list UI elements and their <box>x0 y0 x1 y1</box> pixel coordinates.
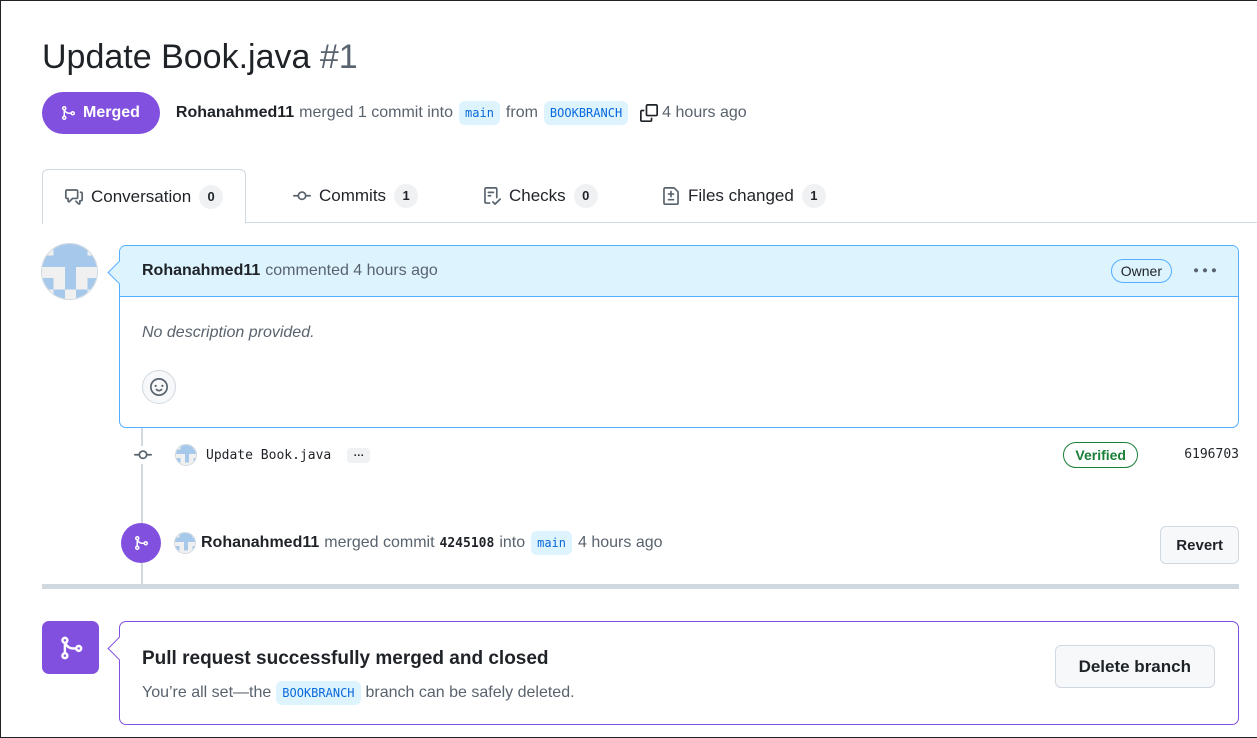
git-merge-icon <box>133 535 149 551</box>
pr-meta: Merged Rohanahmed11 merged 1 commit into… <box>42 92 747 134</box>
pr-tabs: Conversation 0 Commits 1 Checks 0 Files … <box>42 169 1257 224</box>
tab-commits[interactable]: Commits 1 <box>293 169 419 223</box>
git-merge-icon <box>58 635 84 661</box>
tab-counter: 0 <box>199 184 224 209</box>
merged-state-badge: Merged <box>42 92 160 134</box>
base-branch-link[interactable]: main <box>459 101 500 125</box>
tab-counter: 0 <box>573 184 598 208</box>
expand-commit-button[interactable]: … <box>347 447 371 463</box>
owner-badge: Owner <box>1110 259 1172 283</box>
comment-body: No description provided. <box>142 324 315 341</box>
merged-commit-text: merged commit <box>324 534 435 551</box>
comment-author-link[interactable]: Rohanahmed11 <box>142 262 260 280</box>
pr-title: Update Book.java #1 <box>42 33 358 81</box>
merge-status-title: Pull request successfully merged and clo… <box>142 648 549 669</box>
git-commit-icon <box>129 446 157 464</box>
merge-time[interactable]: 4 hours ago <box>578 534 663 552</box>
verified-badge[interactable]: Verified <box>1063 442 1138 468</box>
tab-conversation[interactable]: Conversation 0 <box>42 169 247 224</box>
tab-files-changed[interactable]: Files changed 1 <box>662 169 826 223</box>
delete-branch-button[interactable]: Delete branch <box>1054 645 1215 688</box>
timeline-divider <box>42 584 1239 589</box>
commit-author-avatar[interactable] <box>175 444 197 466</box>
tab-checks[interactable]: Checks 0 <box>483 169 598 223</box>
pr-number: #1 <box>319 38 358 76</box>
comment-header: Rohanahmed11 commented 4 hours ago Owner <box>120 246 1238 297</box>
pr-description-comment: Rohanahmed11 commented 4 hours ago Owner… <box>119 245 1239 428</box>
merger-avatar[interactable] <box>174 532 196 554</box>
merge-base-branch-link[interactable]: main <box>531 531 573 555</box>
comment-action[interactable]: commented 4 hours ago <box>265 262 438 280</box>
tab-label: Checks <box>509 186 566 205</box>
merge-event-badge <box>121 523 161 563</box>
copy-branch-button[interactable] <box>640 104 659 122</box>
merger-author-link[interactable]: Rohanahmed11 <box>201 534 319 552</box>
git-merge-icon <box>60 105 76 121</box>
copy-icon <box>640 104 659 122</box>
merged-event: Rohanahmed11 merged commit 4245108 into … <box>121 522 1239 564</box>
git-commit-icon <box>293 187 311 205</box>
tab-label: Conversation <box>91 186 192 206</box>
pr-title-text: Update Book.java <box>42 38 311 76</box>
subtitle-suffix: branch can be safely deleted. <box>365 684 575 701</box>
checklist-icon <box>483 187 501 205</box>
comment-options-button[interactable] <box>1194 260 1216 282</box>
kebab-horizontal-icon <box>1194 260 1216 282</box>
merge-commit-sha-link[interactable]: 4245108 <box>440 536 495 551</box>
revert-button[interactable]: Revert <box>1160 526 1239 564</box>
tab-counter: 1 <box>394 184 419 208</box>
pr-time: 4 hours ago <box>662 104 747 121</box>
author-avatar[interactable] <box>41 243 98 300</box>
merged-text: merged 1 commit into <box>299 104 454 121</box>
commit-message-link[interactable]: Update Book.java <box>206 448 331 463</box>
commit-sha-link[interactable]: 6196703 <box>1184 447 1239 462</box>
head-branch-link[interactable]: BOOKBRANCH <box>543 101 629 125</box>
state-label: Merged <box>83 104 140 121</box>
subtitle-prefix: You’re all set—the <box>142 684 272 701</box>
merged-status-icon <box>42 621 99 674</box>
pr-author-link[interactable]: Rohanahmed11 <box>176 104 294 122</box>
comment-discussion-icon <box>65 188 83 206</box>
deletable-branch-link[interactable]: BOOKBRANCH <box>276 681 361 705</box>
commit-list-item: Update Book.java … Verified 6196703 <box>129 439 1239 471</box>
add-reaction-button[interactable] <box>142 370 176 404</box>
from-text: from <box>505 104 538 121</box>
merge-status-subtitle: You’re all set—the BOOKBRANCH branch can… <box>142 681 575 705</box>
smiley-icon <box>150 378 168 396</box>
merge-status-box: Pull request successfully merged and clo… <box>119 621 1239 725</box>
tab-label: Files changed <box>688 186 794 205</box>
tab-counter: 1 <box>801 184 826 208</box>
into-text: into <box>499 534 526 551</box>
tab-label: Commits <box>319 186 387 205</box>
file-diff-icon <box>662 187 680 205</box>
